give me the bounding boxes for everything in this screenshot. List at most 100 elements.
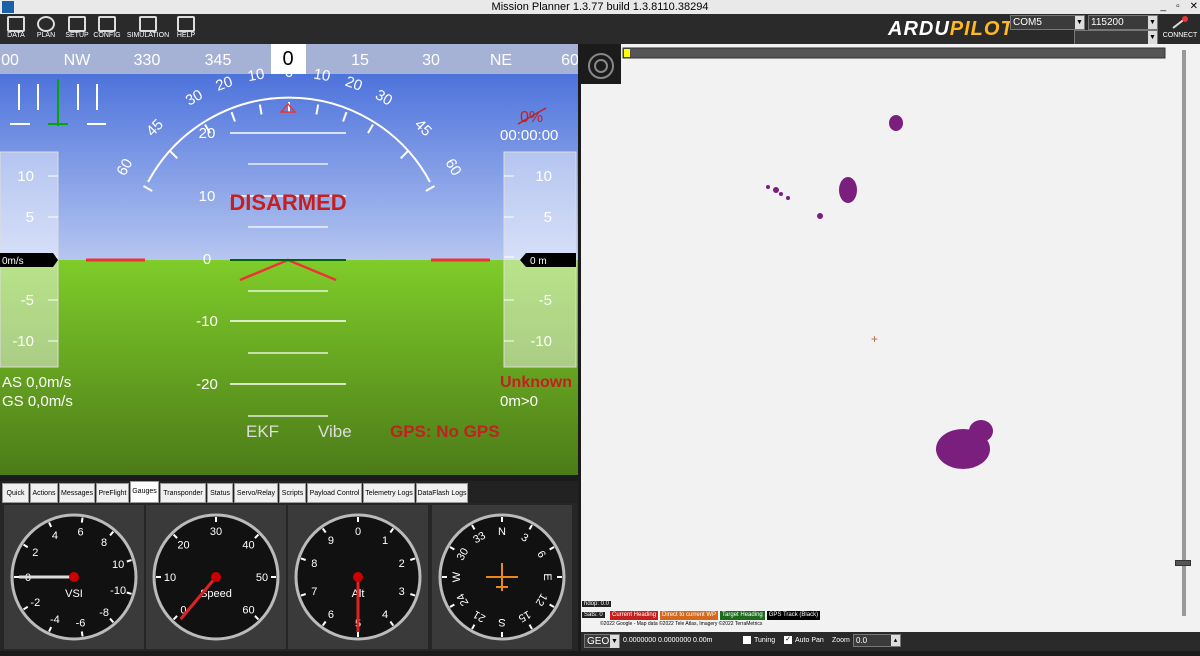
gauge-tick-label: 8 bbox=[311, 558, 317, 570]
gauge-tick-label: -2 bbox=[30, 597, 40, 609]
spinner-icon: ▴ bbox=[891, 635, 900, 646]
menu-simulation[interactable]: SIMULATION bbox=[126, 16, 170, 44]
map-zoom-panel bbox=[1170, 44, 1200, 632]
gauge-tick-label: 4 bbox=[382, 609, 388, 621]
map-track-points bbox=[766, 115, 993, 469]
tab-telemetry-logs[interactable]: Telemetry Logs bbox=[363, 483, 415, 503]
gauge-tick-label: 60 bbox=[242, 605, 254, 617]
tab-dataflash-logs[interactable]: DataFlash Logs bbox=[416, 483, 468, 503]
compass-label: NW bbox=[64, 52, 92, 69]
title-bar: Mission Planner 1.3.77 build 1.3.8110.38… bbox=[0, 0, 1200, 14]
gauge-tick-label: N bbox=[498, 526, 506, 538]
menu-config[interactable]: CONFIG bbox=[91, 16, 123, 44]
gauge-tick bbox=[80, 631, 84, 637]
chevron-down-icon: ▼ bbox=[1148, 31, 1157, 44]
zoom-slider-handle[interactable] bbox=[1175, 560, 1191, 566]
pitch-label: -20 bbox=[196, 376, 218, 393]
timer-text: 00:00:00 bbox=[500, 127, 558, 144]
gauge-tick-label: W bbox=[451, 571, 463, 582]
menu-plan[interactable]: PLAN bbox=[30, 16, 62, 44]
connect-button[interactable]: CONNECT bbox=[1162, 16, 1198, 44]
tab-scripts[interactable]: Scripts bbox=[279, 483, 306, 503]
menu-setup[interactable]: SETUP bbox=[61, 16, 93, 44]
minimize-button[interactable]: _ bbox=[1161, 0, 1167, 14]
gauge-tick-label: E bbox=[541, 573, 553, 580]
tab-transponder[interactable]: Transponder bbox=[160, 483, 206, 503]
ekf-label[interactable]: EKF bbox=[246, 422, 279, 441]
gauge-alt: 0123456789Alt bbox=[288, 505, 428, 649]
legend-gps-track: GPS Track (Black) bbox=[766, 611, 821, 620]
gauge-tick-label: -6 bbox=[76, 618, 86, 630]
compass-label: 30 bbox=[422, 52, 440, 69]
zoom-input[interactable]: 0.0 ▴ bbox=[853, 634, 901, 647]
port-select[interactable]: COM5 ▼ bbox=[1010, 15, 1085, 30]
alt-tick-label: -10 bbox=[530, 333, 552, 350]
wp-text: 0m>0 bbox=[500, 393, 538, 410]
tab-preflight[interactable]: PreFlight bbox=[96, 483, 129, 503]
autopan-checkbox[interactable]: ✓ bbox=[784, 636, 792, 644]
tuning-checkbox[interactable] bbox=[743, 636, 751, 644]
gauge-compass: N 36E1215S2124W3033 bbox=[432, 505, 572, 649]
close-button[interactable]: ✕ bbox=[1190, 0, 1198, 14]
gauge-tick-label: 3 bbox=[399, 586, 405, 598]
gauge-tick-label: 50 bbox=[256, 572, 268, 584]
zoom-slider-track bbox=[1182, 50, 1186, 616]
gauge-tick-label: 8 bbox=[101, 537, 107, 549]
gauge-hub bbox=[211, 572, 221, 582]
tab-actions[interactable]: Actions bbox=[30, 483, 58, 503]
gauge-tick-label: -4 bbox=[50, 614, 60, 626]
map-view[interactable]: + bbox=[581, 44, 1170, 632]
tab-gauges[interactable]: Gauges bbox=[130, 481, 159, 503]
menu-help[interactable]: HELP bbox=[170, 16, 202, 44]
tab-quick[interactable]: Quick bbox=[2, 483, 29, 503]
gauge-tick-label: 30 bbox=[210, 526, 222, 538]
progress-knob bbox=[624, 49, 630, 57]
gauge-tick bbox=[80, 517, 84, 523]
tab-servo-relay[interactable]: Servo/Relay bbox=[234, 483, 278, 503]
status-text: DISARMED bbox=[229, 190, 346, 215]
groundspeed-text: GS 0,0m/s bbox=[2, 393, 73, 410]
progress-bar bbox=[622, 47, 1166, 59]
autopan-label: Auto Pan bbox=[795, 637, 824, 644]
chevron-down-icon: ▼ bbox=[1075, 16, 1084, 29]
legend-direct-wp: Direct to current WP bbox=[660, 611, 719, 620]
gauge-vsi: 0246810-10-8-6-4-2VSI bbox=[4, 505, 144, 649]
alt-box bbox=[520, 253, 576, 267]
speed-tick-label: -5 bbox=[21, 292, 34, 309]
coord-type-select[interactable]: GEO ▼ bbox=[584, 634, 620, 648]
map-copyright: ©2022 Google - Map data ©2022 Tele Atlas… bbox=[600, 621, 763, 627]
tab-payload-control[interactable]: Payload Control bbox=[307, 483, 362, 503]
gauge-tick-label: -10 bbox=[110, 585, 126, 597]
zoom-label: Zoom bbox=[832, 637, 850, 644]
tab-status[interactable]: Status bbox=[207, 483, 233, 503]
pitch-label: -10 bbox=[196, 313, 218, 330]
ground bbox=[0, 260, 578, 475]
airspeed-text: AS 0,0m/s bbox=[2, 374, 71, 391]
pitch-label: 0 bbox=[203, 251, 211, 268]
tuning-label: Tuning bbox=[754, 637, 776, 644]
gauge-speed: 0102030405060Speed bbox=[146, 505, 286, 649]
link-select[interactable]: ▼ bbox=[1074, 30, 1158, 45]
speed-tick-label: 10 bbox=[17, 168, 34, 185]
roll-label: 10 bbox=[246, 66, 265, 86]
alt-text: 0.00m bbox=[693, 637, 713, 644]
vibe-label[interactable]: Vibe bbox=[318, 422, 352, 441]
gauge-tick-label: 1 bbox=[382, 535, 388, 547]
tab-messages[interactable]: Messages bbox=[59, 483, 95, 503]
gauge-tick-label: 0 bbox=[355, 526, 361, 538]
map-status-bar: GEO ▼ 0.0000000 0.0000000 0.00m Tuning ✓ … bbox=[581, 632, 1200, 651]
ardupilot-logo: ARDUPILOT bbox=[888, 18, 1014, 40]
roll-label: 10 bbox=[312, 66, 331, 86]
globe-icon bbox=[37, 16, 55, 32]
alt-tick-label: 5 bbox=[544, 209, 552, 226]
compass-label: 00 bbox=[1, 52, 19, 69]
mode-text: Unknown bbox=[500, 374, 572, 391]
coords-text: 0.0000000 0.0000000 bbox=[623, 637, 692, 644]
baud-select[interactable]: 115200 ▼ bbox=[1088, 15, 1158, 30]
maximize-button[interactable]: ▫ bbox=[1176, 0, 1180, 14]
menu-bar: DATA PLAN SETUP CONFIG SIMULATION HELP A… bbox=[0, 14, 1200, 45]
menu-data[interactable]: DATA bbox=[0, 16, 32, 44]
gauge-tick-label: S bbox=[498, 616, 505, 628]
app-icon bbox=[2, 1, 14, 13]
sats-label: Sats: 0 bbox=[582, 612, 605, 618]
